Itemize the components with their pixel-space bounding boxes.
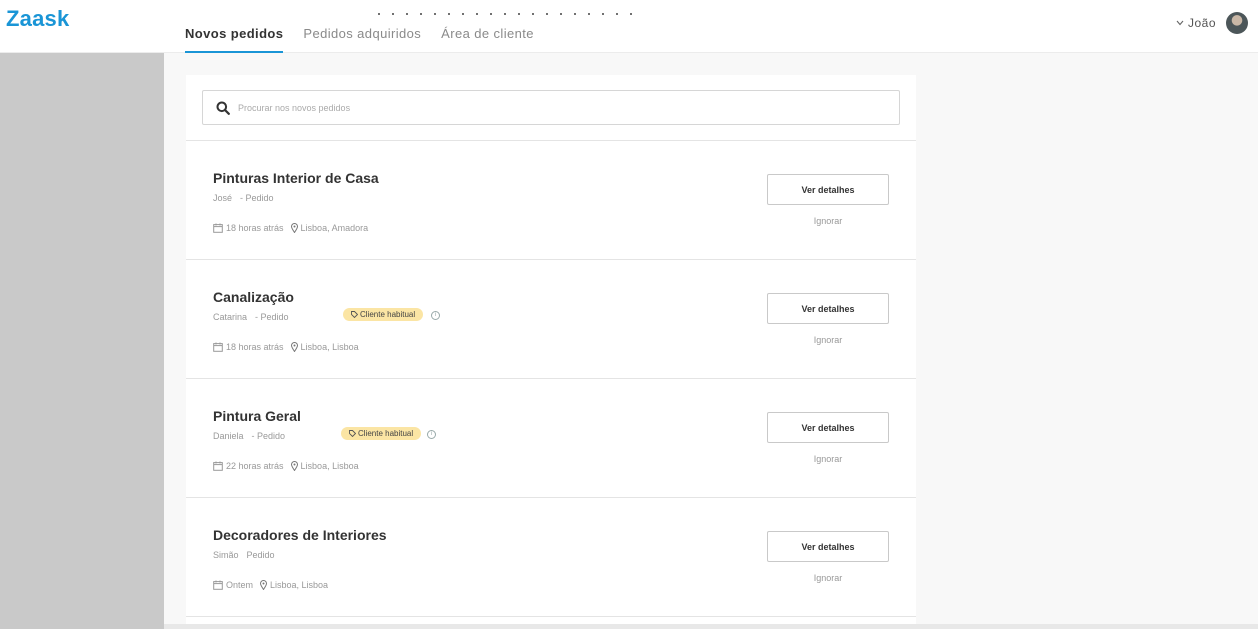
left-gray-panel — [0, 40, 164, 629]
view-details-button[interactable]: Ver detalhes — [767, 412, 889, 443]
order-location-text: Lisboa, Lisboa — [300, 342, 359, 352]
order-meta: 18 horas atrás Lisboa, Lisboa — [213, 342, 359, 352]
location-pin-icon — [260, 580, 268, 590]
order-time: 18 horas atrás — [213, 342, 284, 352]
order-client-line: José - Pedido — [213, 193, 274, 203]
order-type: - Pedido — [251, 431, 286, 441]
avatar[interactable] — [1226, 12, 1248, 34]
order-client: Simão — [213, 550, 239, 560]
badge-text: Cliente habitual — [358, 429, 414, 438]
order-title[interactable]: Pinturas Interior de Casa — [213, 170, 379, 186]
order-item: Decoradores de Interiores Simão Pedido On… — [186, 498, 916, 617]
location-pin-icon — [290, 342, 298, 352]
view-details-button[interactable]: Ver detalhes — [767, 293, 889, 324]
zaask-logo[interactable]: Zaask — [6, 6, 69, 32]
search-section — [186, 75, 916, 141]
tab-pedidos-adquiridos[interactable]: Pedidos adquiridos — [303, 0, 421, 53]
order-meta: Ontem Lisboa, Lisboa — [213, 580, 328, 590]
ignore-link[interactable]: Ignorar — [767, 335, 889, 345]
order-client-line: Simão Pedido — [213, 550, 275, 560]
order-location-text: Lisboa, Lisboa — [270, 580, 329, 590]
user-area: João — [1176, 12, 1248, 34]
order-location-text: Lisboa, Amadora — [300, 223, 369, 233]
badge-text: Cliente habitual — [360, 310, 416, 319]
order-time-text: 22 horas atrás — [226, 461, 284, 471]
order-type: - Pedido — [240, 193, 274, 203]
regular-client-badge: Cliente habitual — [341, 427, 422, 440]
order-item: Pintura Geral Daniela - Pedido Cliente ha… — [186, 379, 916, 498]
order-location: Lisboa, Lisboa — [290, 461, 359, 471]
order-time-text: Ontem — [226, 580, 254, 590]
order-location: Lisboa, Lisboa — [290, 342, 359, 352]
tag-icon — [349, 430, 356, 437]
location-pin-icon — [290, 223, 298, 233]
view-details-button[interactable]: Ver detalhes — [767, 531, 889, 562]
view-details-button[interactable]: Ver detalhes — [767, 174, 889, 205]
orders-panel: Pinturas Interior de Casa José - Pedido 1… — [186, 75, 916, 629]
order-time: 22 horas atrás — [213, 461, 284, 471]
order-item: Pinturas Interior de Casa José - Pedido 1… — [186, 141, 916, 260]
bottom-scroll-edge — [164, 624, 1258, 629]
chevron-down-icon — [1176, 20, 1184, 26]
top-bar: Zaask Novos pedidos Pedidos adquiridos Á… — [0, 0, 1258, 53]
order-location-text: Lisboa, Lisboa — [300, 461, 359, 471]
calendar-icon — [213, 223, 223, 233]
order-time: Ontem — [213, 580, 253, 590]
info-icon[interactable]: i — [431, 311, 440, 320]
user-name: João — [1187, 16, 1216, 30]
order-title[interactable]: Canalização — [213, 289, 294, 305]
regular-client-badge: Cliente habitual — [343, 308, 424, 321]
ignore-link[interactable]: Ignorar — [767, 454, 889, 464]
order-item: Canalização Catarina - Pedido Cliente hab… — [186, 260, 916, 379]
calendar-icon — [213, 342, 223, 352]
search-input[interactable] — [238, 102, 878, 113]
order-meta: 18 horas atrás Lisboa, Amadora — [213, 223, 368, 233]
order-type: - Pedido — [255, 312, 289, 322]
calendar-icon — [213, 580, 223, 590]
order-time-text: 18 horas atrás — [226, 342, 284, 352]
search-box[interactable] — [202, 90, 900, 125]
order-client: Catarina — [213, 312, 248, 322]
tab-area-de-cliente[interactable]: Área de cliente — [441, 0, 534, 53]
order-client: José — [213, 193, 233, 203]
main-nav: Novos pedidos Pedidos adquiridos Área de… — [185, 0, 534, 53]
tag-icon — [351, 311, 358, 318]
order-type: Pedido — [246, 550, 275, 560]
order-location: Lisboa, Amadora — [290, 223, 369, 233]
order-client-line: Catarina - Pedido — [213, 312, 289, 322]
order-client: Daniela — [213, 431, 244, 441]
order-meta: 22 horas atrás Lisboa, Lisboa — [213, 461, 359, 471]
order-client-line: Daniela - Pedido — [213, 431, 285, 441]
location-pin-icon — [290, 461, 298, 471]
tab-novos-pedidos[interactable]: Novos pedidos — [185, 0, 284, 53]
search-icon — [216, 101, 230, 115]
ignore-link[interactable]: Ignorar — [767, 216, 889, 226]
order-time: 18 horas atrás — [213, 223, 284, 233]
order-title[interactable]: Pintura Geral — [213, 408, 301, 424]
order-location: Lisboa, Lisboa — [260, 580, 328, 590]
ignore-link[interactable]: Ignorar — [767, 573, 889, 583]
order-title[interactable]: Decoradores de Interiores — [213, 527, 387, 543]
user-menu[interactable]: João — [1176, 16, 1216, 30]
info-icon[interactable]: i — [427, 430, 436, 439]
order-time-text: 18 horas atrás — [226, 223, 284, 233]
calendar-icon — [213, 461, 223, 471]
